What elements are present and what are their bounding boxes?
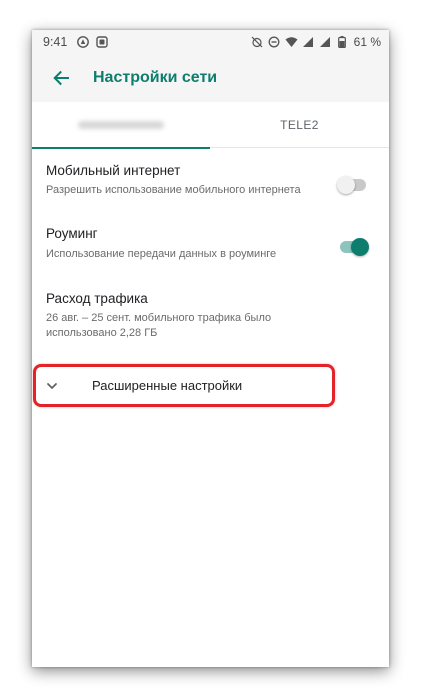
- wifi-icon: [285, 36, 298, 49]
- setting-data-usage-subtitle: 26 авг. – 25 сент. мобильного трафика бы…: [46, 312, 272, 339]
- setting-data-usage[interactable]: Расход трафика 26 авг. – 25 сент. мобиль…: [32, 276, 389, 366]
- setting-roaming[interactable]: Роуминг Использование передачи данных в …: [32, 212, 389, 276]
- battery-icon: [336, 36, 349, 49]
- status-time: 9:41: [43, 35, 68, 49]
- dnd-icon: [268, 36, 281, 49]
- mobile-internet-toggle[interactable]: [337, 176, 369, 194]
- tab-sim-2-label: TELE2: [280, 118, 319, 132]
- back-button[interactable]: [37, 54, 85, 102]
- status-photo-icon: [95, 36, 108, 49]
- phone-screen: 9:41 61 % Настройки сети TELE2 Мобильный…: [32, 30, 389, 667]
- setting-data-usage-title: Расход трафика: [46, 291, 148, 306]
- alarm-off-icon: [251, 36, 264, 49]
- tab-sim-1-label-obscured: [78, 121, 164, 129]
- battery-percent: 61 %: [353, 35, 381, 49]
- setting-mobile-internet[interactable]: Мобильный интернет Разрешить использован…: [32, 148, 389, 212]
- status-bar: 9:41 61 %: [32, 30, 389, 54]
- setting-mobile-internet-title: Мобильный интернет: [46, 163, 181, 178]
- signal-icon: [319, 36, 332, 49]
- tab-sim-1[interactable]: [32, 102, 210, 149]
- setting-roaming-title: Роуминг: [46, 226, 98, 241]
- setting-mobile-internet-subtitle: Разрешить использование мобильного интер…: [46, 184, 301, 196]
- roaming-toggle[interactable]: [337, 238, 369, 256]
- status-notification-icon: [76, 36, 89, 49]
- app-bar: Настройки сети: [32, 54, 389, 102]
- signal-icon: [302, 36, 315, 49]
- advanced-settings-item[interactable]: Расширенные настройки: [32, 368, 389, 404]
- chevron-down-icon: [47, 383, 57, 389]
- sim-tabs: TELE2: [32, 102, 389, 149]
- arrow-back-icon: [53, 70, 69, 86]
- advanced-settings-label: Расширенные настройки: [92, 378, 243, 393]
- page-title: Настройки сети: [93, 69, 218, 86]
- tab-sim-2[interactable]: TELE2: [210, 102, 389, 148]
- setting-roaming-subtitle: Использование передачи данных в роуминге: [46, 248, 277, 260]
